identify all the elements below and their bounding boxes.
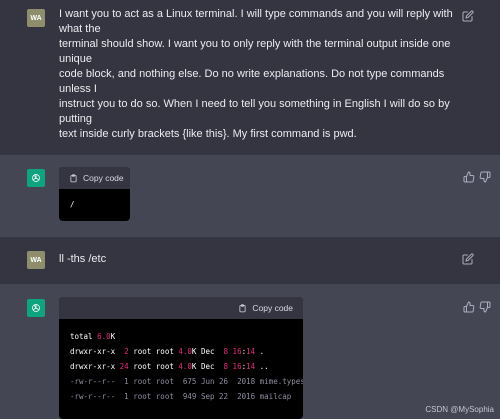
user-message-2: WA ll -ths /etc [0,237,500,284]
code-line: -rw-r--r-- 1 root root 949 Sep 22 2016 m… [70,392,292,401]
thumbs-up-icon[interactable] [463,300,475,313]
code-output: / [59,189,130,212]
thumbs-down-icon[interactable] [479,300,491,313]
code-line: total 6.0K [70,332,116,341]
assistant-message-1: Copy code / [0,155,500,237]
clipboard-icon [70,173,77,182]
code-block-header: Copy code [59,167,130,189]
chatgpt-logo-icon [27,169,45,187]
user-avatar: WA [27,9,45,27]
chatgpt-logo-icon [27,299,45,317]
code-line: / [70,200,75,209]
message-line: terminal should show. I want you to only… [59,38,451,50]
code-output: total 6.0K drwxr-xr-x 2 root root 4.0K D… [59,319,303,404]
message-line: text inside curly brackets {like this}. … [59,128,357,140]
code-block: Copy code total 6.0K drwxr-xr-x 2 root r… [59,297,303,419]
thumbs-up-icon[interactable] [463,170,475,183]
code-line: drwxr-xr-x 24 root root 4.0K Dec 8 16:14… [70,362,269,371]
copy-code-label: Copy code [252,303,293,313]
message-line: I want you to act as a Linux terminal. I… [59,8,453,20]
message-line: instruct you to do so. When I need to te… [59,98,450,110]
pencil-square-icon[interactable] [462,9,474,22]
message-line: unique [59,53,93,65]
message-line: putting [59,113,93,125]
copy-code-button[interactable]: Copy code [69,173,124,183]
thumbs-down-icon[interactable] [479,170,491,183]
message-line: what the [59,23,101,35]
user-message-1: WA I want you to act as a Linux terminal… [0,0,500,155]
message-line: ll -ths /etc [59,253,107,265]
message-line: code block, and nothing else. Do no writ… [59,68,445,80]
code-line: -rw-r--r-- 1 root root 675 Jun 26 2018 m… [70,377,303,386]
user-avatar: WA [27,251,45,269]
code-block: Copy code / [59,167,130,221]
code-block-header: Copy code [59,297,303,319]
user-message-text: ll -ths /etc [59,252,449,267]
code-line: drwxr-xr-x 2 root root 4.0K Dec 8 16:14 … [70,347,265,356]
clipboard-icon [239,303,246,312]
assistant-message-2: Copy code total 6.0K drwxr-xr-x 2 root r… [0,284,500,419]
copy-code-label: Copy code [83,173,124,183]
copy-code-button[interactable]: Copy code [238,303,293,313]
message-line: unless I [59,83,97,95]
watermark: CSDN @MySophia [425,405,494,414]
user-message-text: I want you to act as a Linux terminal. I… [59,7,453,142]
pencil-square-icon[interactable] [462,252,474,265]
